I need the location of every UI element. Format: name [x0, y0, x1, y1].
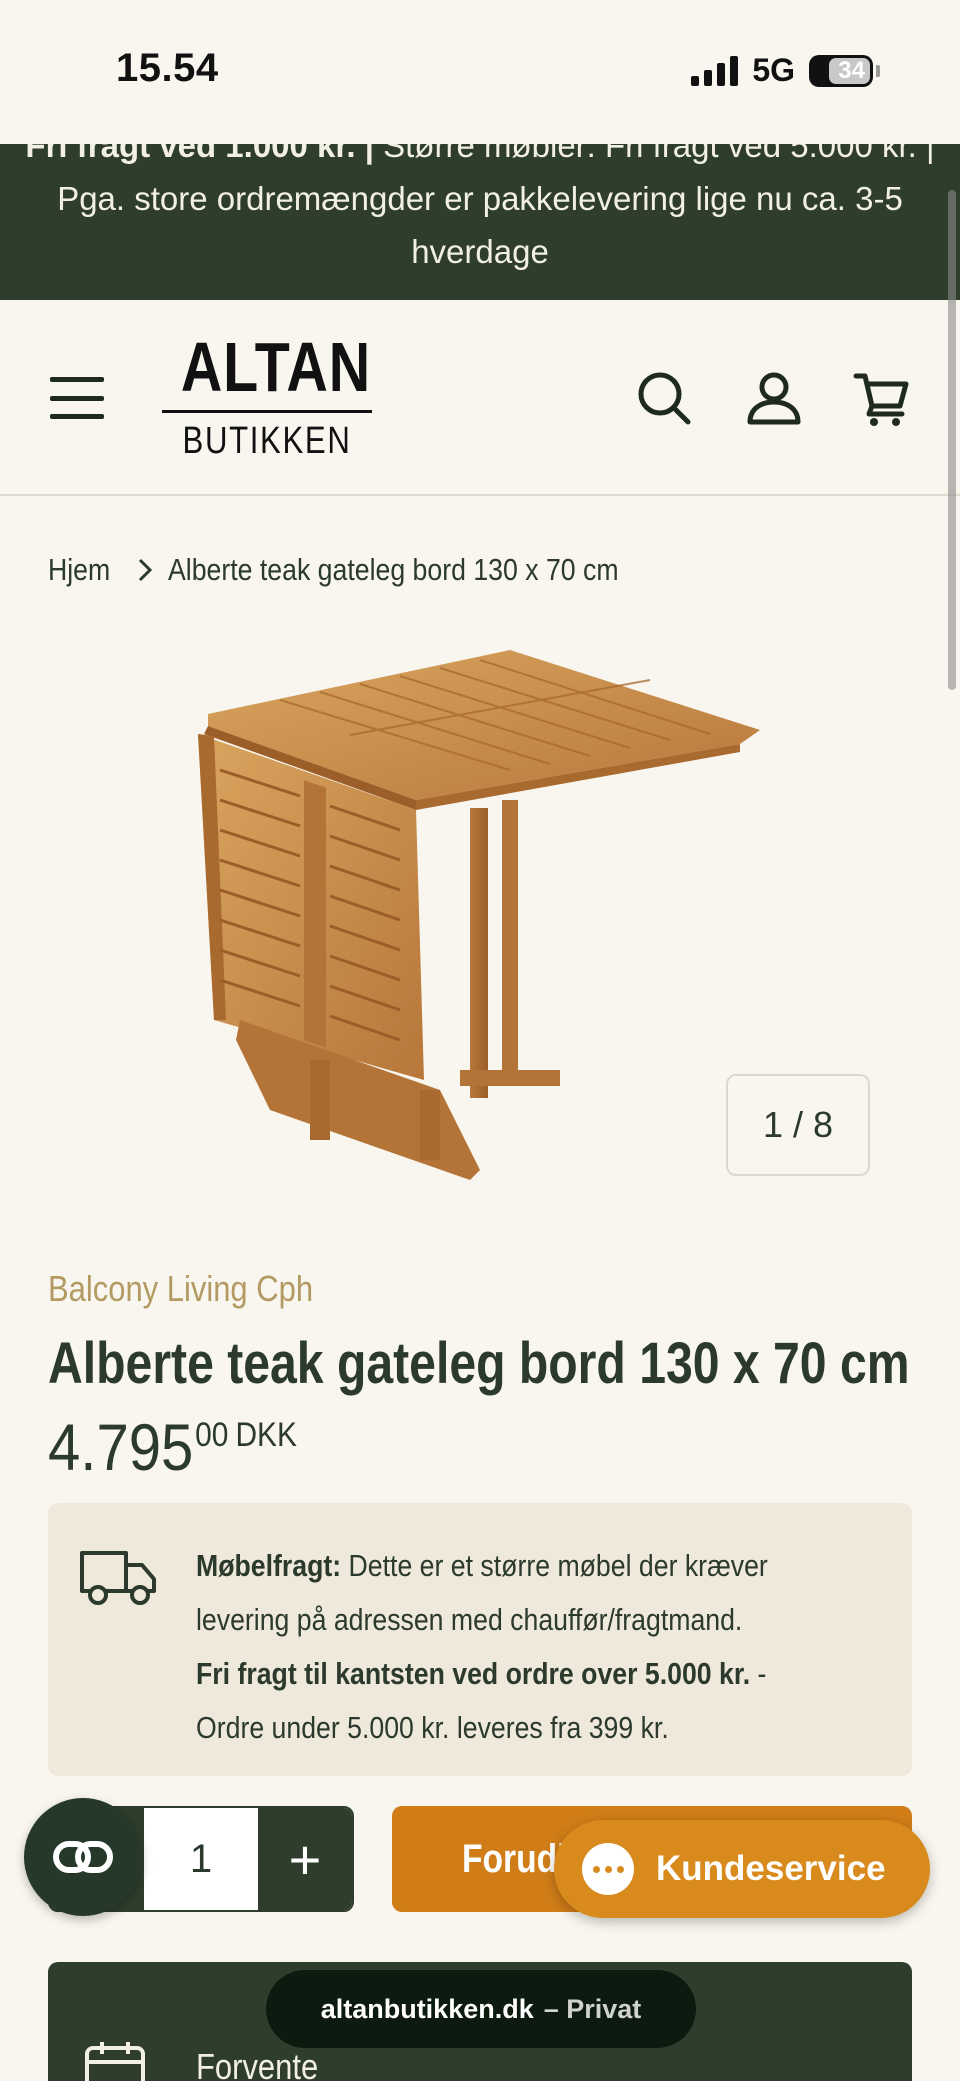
status-indicators: 5G 34 [691, 52, 880, 89]
customer-service-button[interactable]: Kundeservice [554, 1820, 930, 1918]
site-logo[interactable]: ALTAN BUTIKKEN [162, 328, 372, 468]
product-price: 4.795 00 DKK [48, 1412, 297, 1482]
battery-level: 34 [838, 56, 865, 84]
signal-icon [691, 55, 739, 86]
status-bar: 15.54 5G 34 [0, 0, 960, 144]
status-time: 15.54 [116, 46, 219, 90]
breadcrumb-current: Alberte teak gateleg bord 130 x 70 cm [168, 552, 619, 587]
truck-icon [80, 1551, 156, 1605]
link-icon[interactable] [24, 1798, 142, 1916]
breadcrumb-home[interactable]: Hjem [48, 552, 120, 588]
browser-domain: altanbutikken.dk [320, 1993, 534, 2024]
shipping-text: Møbelfragt: Dette er et større møbel der… [196, 1548, 768, 1745]
chat-icon [582, 1843, 634, 1895]
search-icon[interactable] [634, 368, 694, 428]
price-amount: 4.795 [48, 1410, 194, 1484]
browser-mode: – Privat [543, 1993, 642, 2024]
product-image[interactable] [180, 640, 780, 1220]
product-title: Alberte teak gateleg bord 130 x 70 cm [48, 1331, 910, 1396]
browser-url-pill[interactable]: altanbutikken.dk – Privat [266, 1970, 696, 2048]
announcement-line-3: hverdage [411, 233, 549, 270]
shipping-notice: Møbelfragt: Dette er et større møbel der… [48, 1503, 912, 1776]
product-vendor[interactable]: Balcony Living Cph [48, 1268, 313, 1310]
menu-icon[interactable] [50, 377, 104, 419]
price-decimals: 00 [195, 1416, 229, 1454]
chevron-right-icon [139, 558, 153, 582]
calendar-icon [85, 2042, 145, 2081]
announcement-line-2: Pga. store ordremængder er pakkelevering… [57, 180, 903, 217]
page-scrollbar[interactable] [948, 190, 956, 690]
breadcrumb: Hjem Alberte teak gateleg bord 130 x 70 … [48, 548, 692, 592]
logo-wordmark: ALTAN [180, 328, 371, 406]
battery-icon: 34 [809, 54, 880, 87]
price-currency: DKK [235, 1416, 297, 1454]
customer-service-label: Kundeservice [656, 1849, 886, 1888]
account-icon[interactable] [744, 368, 804, 428]
site-header: ALTAN BUTIKKEN [0, 300, 960, 496]
quantity-input[interactable]: 1 [144, 1808, 258, 1910]
announcement-bar: Fri fragt ved 1.000 kr. | Større møbler:… [0, 144, 960, 300]
logo-subtitle: BUTIKKEN [182, 420, 352, 462]
cart-icon[interactable] [852, 368, 912, 428]
delivery-text: Forvente [196, 2046, 319, 2081]
announcement-line-1: Fri fragt ved 1.000 kr. | Større møbler:… [25, 144, 935, 164]
gallery-counter: 1 / 8 [726, 1074, 870, 1176]
quantity-increase-button[interactable]: + [258, 1808, 352, 1910]
network-type: 5G [752, 52, 795, 88]
